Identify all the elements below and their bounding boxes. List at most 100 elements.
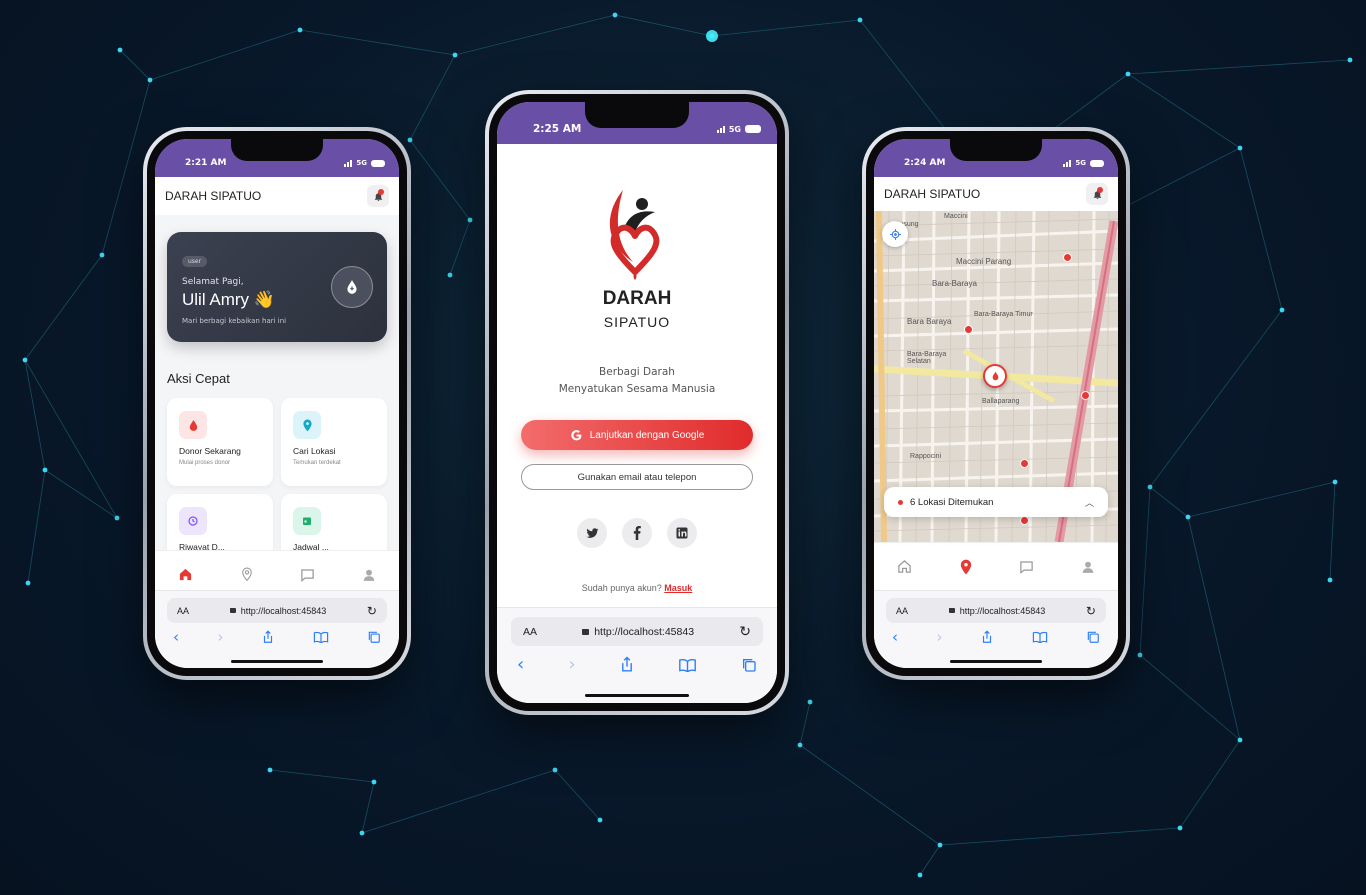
home-icon[interactable] <box>897 559 912 574</box>
greeting-card: user Selamat Pagi, Ulil Amry 👋 Mari berb… <box>167 232 387 342</box>
bookmarks-icon[interactable] <box>313 631 329 643</box>
map-marker[interactable] <box>1020 516 1029 525</box>
app-title: DARAH SIPATUO <box>165 189 262 203</box>
twitter-button[interactable] <box>577 518 607 548</box>
status-time: 2:25 AM <box>533 123 582 135</box>
map-label: Bara-Baraya <box>932 279 977 288</box>
forward-icon[interactable]: › <box>937 628 943 646</box>
location-pin-icon[interactable] <box>240 567 254 582</box>
reload-icon[interactable]: ↻ <box>367 604 377 618</box>
login-link[interactable]: Masuk <box>664 583 692 593</box>
battery-icon <box>1090 159 1104 167</box>
phone-left-screen: 2:21 AM 5G DARAH SIPATUO user Selamat Pa… <box>155 139 399 668</box>
bookmarks-icon[interactable] <box>678 658 697 672</box>
lock-icon <box>229 608 236 613</box>
reload-icon[interactable]: ↻ <box>739 623 751 640</box>
network-label: 5G <box>1075 159 1086 167</box>
map-label: Maccini Parang <box>956 257 1012 266</box>
crosshair-icon <box>889 228 901 240</box>
app-logo <box>609 190 660 280</box>
calendar-icon <box>303 517 311 525</box>
notification-button[interactable] <box>1086 183 1108 205</box>
tile-icon-location <box>293 411 321 439</box>
map-marker[interactable] <box>1020 459 1029 468</box>
blood-drop-icon <box>189 419 197 431</box>
google-button-label: Lanjutkan dengan Google <box>589 429 705 441</box>
home-icon[interactable] <box>178 567 193 582</box>
twitter-icon <box>586 527 598 538</box>
text-size-button[interactable]: AA <box>523 626 537 638</box>
google-login-button[interactable]: Lanjutkan dengan Google <box>521 420 753 450</box>
text-size-button[interactable]: AA <box>896 606 908 616</box>
share-icon[interactable] <box>981 630 993 644</box>
location-pin-icon[interactable] <box>959 559 973 575</box>
tabs-icon[interactable] <box>741 657 757 673</box>
url-bar[interactable]: AA http://localhost:45843 ↻ <box>167 598 387 623</box>
reload-icon[interactable]: ↻ <box>1086 604 1096 618</box>
forward-icon[interactable]: › <box>218 628 224 646</box>
back-icon[interactable]: ‹ <box>892 628 898 646</box>
lock-icon <box>948 608 955 613</box>
notification-button[interactable] <box>367 185 389 207</box>
map-marker[interactable] <box>1063 253 1072 262</box>
status-time: 2:24 AM <box>904 158 946 168</box>
map-marker[interactable] <box>964 325 973 334</box>
back-icon[interactable]: ‹ <box>173 628 179 646</box>
share-icon[interactable] <box>262 630 274 644</box>
facebook-icon <box>633 526 641 540</box>
share-icon[interactable] <box>620 656 634 673</box>
map-label: Bara Baraya <box>907 317 952 326</box>
tile-icon-donor <box>179 411 207 439</box>
phone-right-screen: 2:24 AM 5G DARAH SIPATUO Gusung Maccini … <box>874 139 1118 668</box>
map-marker[interactable] <box>1081 391 1090 400</box>
map-label: Bara-Baraya Timur <box>974 311 1033 318</box>
tagline-line2: Menyatukan Sesama Manusia <box>558 383 716 395</box>
phone-center: 2:25 AM 5G DARAH SIPATUO Berbagi Darah M… <box>485 90 789 715</box>
status-time: 2:21 AM <box>185 158 227 168</box>
role-chip: user <box>182 256 208 267</box>
bottom-tabbar <box>874 542 1118 590</box>
chevron-up-icon[interactable]: ︿ <box>1085 496 1094 509</box>
locations-panel[interactable]: 6 Lokasi Ditemukan ︿ <box>884 487 1108 517</box>
tabs-icon[interactable] <box>367 630 381 644</box>
status-dot <box>898 499 903 505</box>
blood-drop-icon <box>347 280 357 294</box>
url-bar[interactable]: AA http://localhost:45843 ↻ <box>511 617 763 646</box>
linkedin-button[interactable] <box>667 518 697 548</box>
quick-action-location[interactable]: Cari Lokasi Temukan terdekat <box>281 398 387 486</box>
user-icon[interactable] <box>1081 560 1095 574</box>
my-location-button[interactable] <box>882 221 908 247</box>
url-text: http://localhost:45843 <box>959 605 1046 616</box>
signal-icon <box>716 125 725 133</box>
app-header: DARAH SIPATUO <box>874 177 1118 211</box>
tile-title: Cari Lokasi <box>293 446 336 456</box>
chat-icon[interactable] <box>1019 560 1034 574</box>
email-phone-login-button[interactable]: Gunakan email atau telepon <box>521 464 753 490</box>
browser-toolbar: AA http://localhost:45843 ↻ ‹ › <box>155 590 399 668</box>
logo-title: DARAH <box>602 288 672 309</box>
quick-action-donor[interactable]: Donor Sekarang Mulai proses donor <box>167 398 273 486</box>
forward-icon[interactable]: › <box>568 654 575 675</box>
tile-subtitle: Temukan terdekat <box>293 460 341 466</box>
url-bar[interactable]: AA http://localhost:45843 ↻ <box>886 598 1106 623</box>
back-icon[interactable]: ‹ <box>517 654 524 675</box>
map-label: Maccini <box>944 213 968 220</box>
map-view[interactable]: Gusung Maccini Maccini Parang Bara-Baray… <box>874 211 1118 542</box>
battery-icon <box>745 125 761 133</box>
network-label: 5G <box>356 159 367 167</box>
map-marker-selected[interactable] <box>983 364 1007 388</box>
chat-icon[interactable] <box>300 568 315 582</box>
phone-right: 2:24 AM 5G DARAH SIPATUO Gusung Maccini … <box>862 127 1130 680</box>
bookmarks-icon[interactable] <box>1032 631 1048 643</box>
blood-drop-icon <box>992 371 998 381</box>
tagline-line1: Berbagi Darah <box>599 366 675 378</box>
tabs-icon[interactable] <box>1086 630 1100 644</box>
map-label: Ballaparang <box>982 398 1020 405</box>
facebook-button[interactable] <box>622 518 652 548</box>
text-size-button[interactable]: AA <box>177 606 189 616</box>
signal-icon <box>344 159 353 167</box>
linkedin-icon <box>676 527 688 539</box>
greeting-tagline: Mari berbagi kebaikan hari ini <box>182 317 287 325</box>
donate-badge[interactable] <box>331 266 373 308</box>
user-icon[interactable] <box>362 568 376 582</box>
